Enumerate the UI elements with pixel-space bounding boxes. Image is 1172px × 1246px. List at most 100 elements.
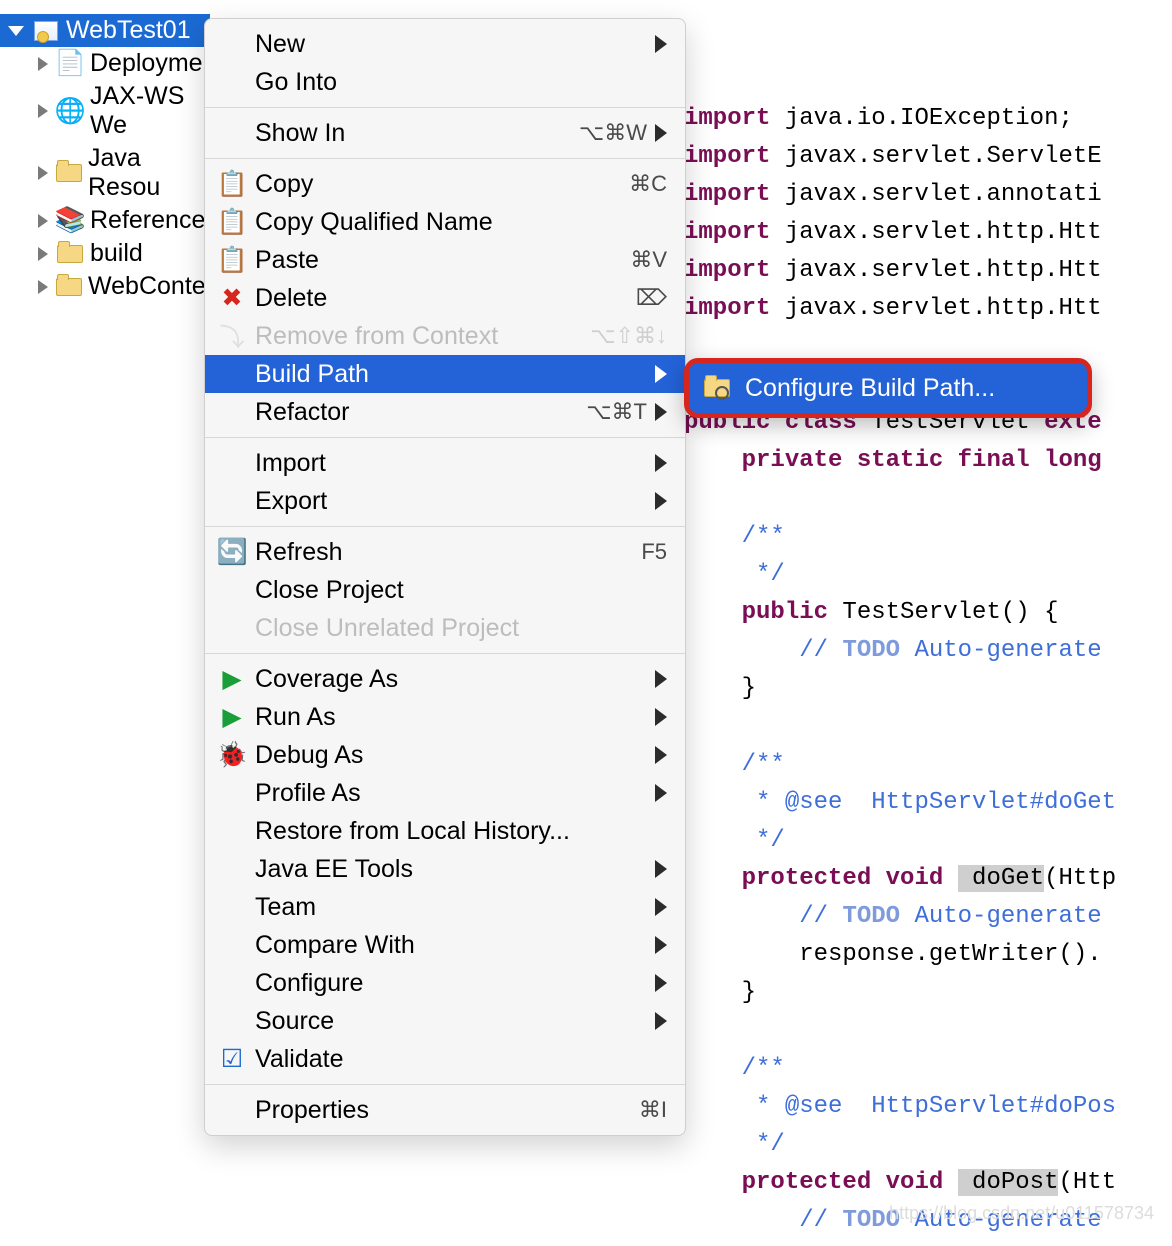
tree-item-label: Referenced <box>90 206 219 235</box>
menu-item-run-as[interactable]: ▶Run As <box>205 698 685 736</box>
menu-item-label: Configure <box>255 969 647 998</box>
menu-item-accel: F5 <box>641 539 667 565</box>
code-comment: // <box>684 1207 842 1234</box>
code-keyword: import <box>684 295 770 322</box>
context-menu: New Go Into Show In⌥⌘W 📋 Copy ⌘C 📋 Copy Qualifi… <box>204 18 686 1136</box>
code-text: java.io.IOException; <box>770 105 1072 132</box>
code-keyword: import <box>684 143 770 170</box>
submenu-arrow-icon <box>655 974 667 992</box>
submenu-arrow-icon <box>655 492 667 510</box>
submenu-arrow-icon <box>655 454 667 472</box>
tree-item[interactable]: 📄Deploymen <box>0 47 210 80</box>
menu-item-label: Copy Qualified Name <box>255 208 667 237</box>
menu-item-source[interactable]: Source <box>205 1002 685 1040</box>
code-text: } <box>684 979 756 1006</box>
menu-item-compare-with[interactable]: Compare With <box>205 926 685 964</box>
menu-item-accel: ⌥⌘W <box>579 120 647 146</box>
menu-item-close-project[interactable]: Close Project <box>205 571 685 609</box>
menu-item-label: Refactor <box>255 398 578 427</box>
code-comment: // <box>684 637 842 664</box>
menu-item-label: Go Into <box>255 68 667 97</box>
menu-item-refresh[interactable]: 🔄 Refresh F5 <box>205 533 685 571</box>
code-text: javax.servlet.http.Htt <box>770 257 1101 284</box>
referenced-libs-icon: 📚 <box>56 209 84 233</box>
tree-item[interactable]: Java Resou <box>0 142 210 204</box>
menu-item-label: Paste <box>255 246 622 275</box>
menu-item-label: Coverage As <box>255 665 647 694</box>
submenu-arrow-icon <box>655 124 667 142</box>
code-todo: TODO <box>842 903 900 930</box>
menu-item-remove-context: ⤵ Remove from Context ⌥⇧⌘↓ <box>205 317 685 355</box>
code-comment: /** <box>684 523 785 550</box>
menu-item-restore-history[interactable]: Restore from Local History... <box>205 812 685 850</box>
menu-item-copy-qualified[interactable]: 📋 Copy Qualified Name <box>205 203 685 241</box>
chevron-right-icon <box>38 57 48 71</box>
code-method: doGet <box>958 865 1044 892</box>
validate-icon: ☑ <box>217 1044 247 1074</box>
folder-icon <box>56 275 82 299</box>
code-text: javax.servlet.annotati <box>770 181 1101 208</box>
menu-item-properties[interactable]: Properties⌘I <box>205 1091 685 1129</box>
menu-item-label: Source <box>255 1007 647 1036</box>
jax-ws-icon: 🌐 <box>56 99 84 123</box>
code-comment: * @see <box>684 789 842 816</box>
menu-item-java-ee-tools[interactable]: Java EE Tools <box>205 850 685 888</box>
tree-item-label: JAX-WS We <box>90 82 204 140</box>
menu-item-export[interactable]: Export <box>205 482 685 520</box>
menu-item-accel: ⌘C <box>629 171 667 197</box>
debug-icon: 🐞 <box>217 741 247 770</box>
tree-item[interactable]: 📚Referenced <box>0 204 210 237</box>
code-comment: HttpServlet#doGet <box>842 789 1116 816</box>
folder-icon <box>56 242 84 266</box>
menu-item-accel: ⌘I <box>639 1097 667 1123</box>
menu-item-copy[interactable]: 📋Copy⌘C <box>205 165 685 203</box>
menu-item-label: Debug As <box>255 741 647 770</box>
menu-item-profile-as[interactable]: Profile As <box>205 774 685 812</box>
menu-item-go-into[interactable]: Go Into <box>205 63 685 101</box>
menu-item-import[interactable]: Import <box>205 444 685 482</box>
tree-item[interactable]: WebConten <box>0 270 210 303</box>
menu-item-configure[interactable]: Configure <box>205 964 685 1002</box>
menu-item-label: Compare With <box>255 931 647 960</box>
code-comment: // <box>684 903 842 930</box>
menu-item-label: Refresh <box>255 538 633 567</box>
tree-item-label: Java Resou <box>88 144 204 202</box>
submenu-arrow-icon <box>655 365 667 383</box>
menu-item-label: Close Unrelated Project <box>255 614 667 643</box>
menu-item-show-in[interactable]: Show In⌥⌘W <box>205 114 685 152</box>
project-root-selected[interactable]: WebTest01 <box>0 14 210 47</box>
menu-item-refactor[interactable]: Refactor⌥⌘T <box>205 393 685 431</box>
code-comment: */ <box>684 1131 785 1158</box>
menu-item-coverage-as[interactable]: ▶Coverage As <box>205 660 685 698</box>
code-text: (Htt <box>1058 1169 1116 1196</box>
submenu-arrow-icon <box>655 898 667 916</box>
tree-item[interactable]: 🌐JAX-WS We <box>0 80 210 142</box>
menu-item-accel: ⌥⇧⌘↓ <box>590 323 667 349</box>
menu-item-label: Validate <box>255 1045 667 1074</box>
submenu-configure-build-path[interactable]: Configure Build Path... <box>684 358 1092 418</box>
code-text: } <box>684 675 756 702</box>
menu-item-label: Copy <box>255 170 621 199</box>
code-comment: * @see <box>684 1093 842 1120</box>
submenu-arrow-icon <box>655 746 667 764</box>
menu-item-label: New <box>255 30 647 59</box>
menu-item-paste[interactable]: 📋Paste⌘V <box>205 241 685 279</box>
menu-item-label: Remove from Context <box>255 322 582 351</box>
menu-item-build-path[interactable]: Build Path <box>205 355 685 393</box>
run-icon: ▶ <box>217 702 247 732</box>
menu-item-delete[interactable]: ✖Delete⌦ <box>205 279 685 317</box>
menu-item-new[interactable]: New <box>205 25 685 63</box>
menu-item-accel: ⌦ <box>636 285 667 311</box>
refresh-icon: 🔄 <box>217 538 247 567</box>
copy-qualified-icon: 📋 <box>217 208 247 237</box>
remove-context-icon: ⤵ <box>217 318 247 354</box>
menu-item-validate[interactable]: ☑ Validate <box>205 1040 685 1078</box>
java-resources-icon <box>56 161 82 185</box>
code-comment: Auto-generate <box>900 903 1102 930</box>
code-editor[interactable]: import java.io.IOException; import javax… <box>684 62 1116 1246</box>
menu-item-debug-as[interactable]: 🐞 Debug As <box>205 736 685 774</box>
code-todo: TODO <box>842 637 900 664</box>
menu-item-team[interactable]: Team <box>205 888 685 926</box>
tree-item[interactable]: build <box>0 237 210 270</box>
chevron-right-icon <box>38 214 48 228</box>
